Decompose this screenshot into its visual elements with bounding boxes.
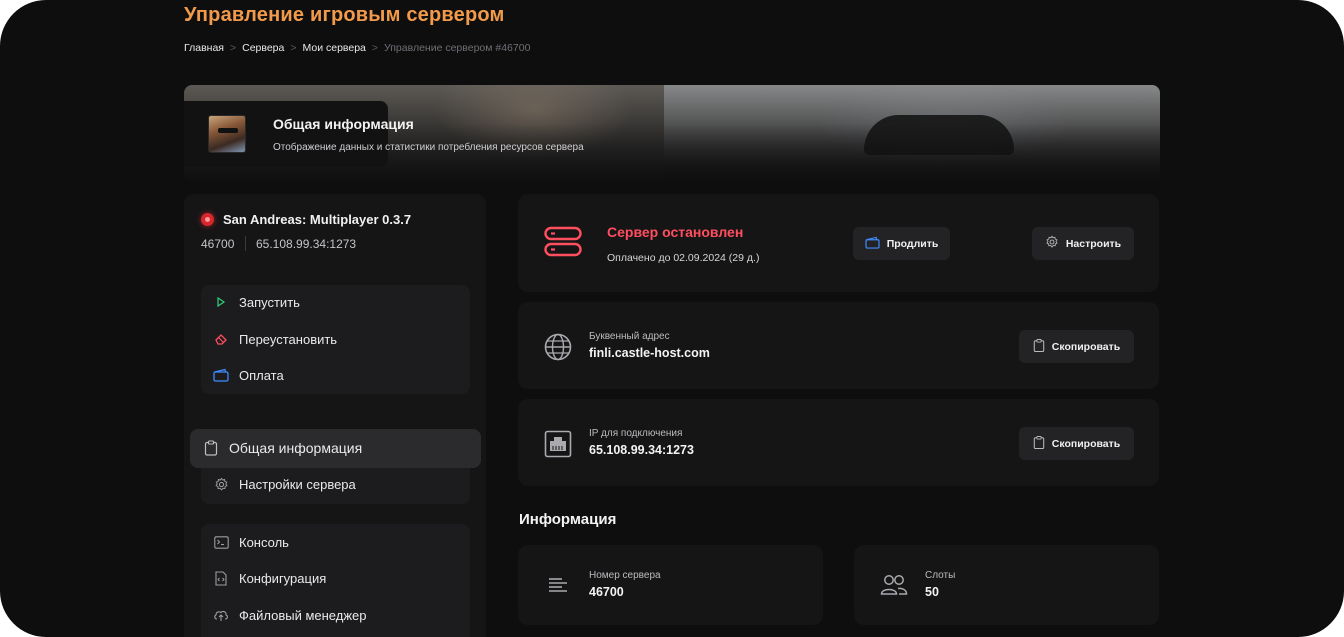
breadcrumb-servers[interactable]: Сервера [242, 42, 284, 54]
wallet-icon [865, 236, 880, 252]
terminal-icon [213, 534, 229, 550]
nav-overview[interactable]: Общая информация [203, 440, 362, 456]
nav-server-settings-label: Настройки сервера [239, 476, 356, 492]
banner-image [184, 85, 1160, 181]
domain-value: finli.castle-host.com [589, 346, 710, 360]
ethernet-port-icon [544, 430, 572, 463]
wallet-icon [213, 367, 229, 383]
breadcrumb-my-servers[interactable]: Мои сервера [303, 42, 366, 54]
copy-ip-button[interactable]: Скопировать [1019, 427, 1134, 460]
paid-until: Оплачено до 02.09.2024 (29 д.) [607, 252, 760, 264]
file-manager-label: Файловый менеджер [239, 607, 367, 623]
payment-button[interactable]: Оплата [213, 367, 284, 383]
console-label: Консоль [239, 534, 289, 550]
server-number-label: Номер сервера [589, 570, 661, 581]
divider [245, 236, 246, 251]
start-label: Запустить [239, 294, 300, 310]
extend-label: Продлить [886, 237, 939, 250]
server-status: Сервер остановлен [607, 224, 744, 240]
configure-label: Настроить [1065, 237, 1122, 250]
banner-subtitle: Отображение данных и статистики потребле… [273, 142, 584, 153]
globe-icon [544, 333, 572, 366]
breadcrumb-separator: > [371, 42, 379, 54]
ip-value: 65.108.99.34:1273 [589, 443, 694, 457]
copy-domain-button[interactable]: Скопировать [1019, 330, 1134, 363]
configure-button[interactable]: Настроить [1032, 227, 1134, 260]
breadcrumb-separator: > [229, 42, 237, 54]
server-address: 65.108.99.34:1273 [256, 237, 357, 251]
gear-icon [1045, 235, 1059, 252]
domain-label: Буквенный адрес [589, 331, 670, 342]
nav-overview-label: Общая информация [229, 440, 363, 456]
cloud-upload-icon [213, 607, 229, 623]
app-frame: Управление игровым сервером Главная > Се… [0, 0, 1344, 637]
page-title: Управление игровым сервером [184, 4, 505, 26]
configuration-button[interactable]: Конфигурация [213, 570, 326, 586]
banner-title: Общая информация [273, 116, 414, 132]
configuration-label: Конфигурация [239, 570, 327, 586]
start-button[interactable]: Запустить [213, 294, 300, 310]
status-dot [201, 213, 214, 226]
code-file-icon [213, 570, 229, 586]
file-manager-button[interactable]: Файловый менеджер [213, 607, 367, 623]
text-lines-icon [548, 577, 568, 598]
console-button[interactable]: Консоль [213, 534, 289, 550]
breadcrumb-current: Управление сервером #46700 [384, 42, 531, 54]
clipboard-icon [1033, 338, 1045, 356]
info-section-title: Информация [519, 511, 617, 528]
reinstall-label: Переустановить [239, 331, 338, 347]
users-icon [880, 574, 908, 601]
play-icon [213, 294, 229, 310]
server-number-value: 46700 [589, 585, 624, 599]
breadcrumb: Главная > Сервера > Мои сервера > Управл… [184, 42, 530, 54]
breadcrumb-home[interactable]: Главная [184, 42, 224, 54]
slots-label: Слоты [925, 570, 956, 581]
slots-value: 50 [925, 585, 939, 599]
payment-label: Оплата [239, 367, 284, 383]
game-avatar [208, 115, 246, 153]
eraser-icon [213, 331, 229, 347]
ip-label: IP для подключения [589, 428, 683, 439]
banner-info-card [184, 101, 388, 167]
copy-ip-label: Скопировать [1051, 437, 1121, 450]
breadcrumb-separator: > [290, 42, 297, 54]
server-name: San Andreas: Multiplayer 0.3.7 [223, 212, 412, 227]
reinstall-button[interactable]: Переустановить [213, 331, 337, 347]
server-stack-icon [544, 226, 582, 263]
copy-domain-label: Скопировать [1051, 340, 1121, 353]
clipboard-icon [203, 440, 219, 456]
server-id: 46700 [201, 237, 235, 251]
nav-server-settings[interactable]: Настройки сервера [213, 476, 356, 492]
clipboard-icon [1033, 435, 1045, 453]
extend-button[interactable]: Продлить [853, 227, 950, 260]
gear-icon [213, 476, 229, 492]
